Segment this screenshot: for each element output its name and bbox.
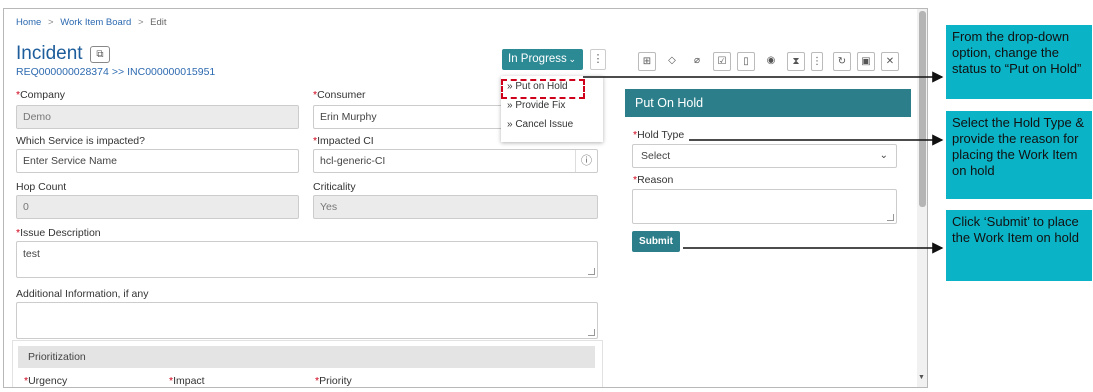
submit-button[interactable]: Submit xyxy=(632,231,680,252)
breadcrumb-separator: > xyxy=(47,17,54,28)
attachment-icon[interactable]: ⌀ xyxy=(688,52,706,71)
menu-item-cancel-issue[interactable]: » Cancel Issue xyxy=(507,119,573,130)
criticality-field: Yes xyxy=(313,195,598,219)
consumer-label: *Consumer xyxy=(313,89,366,101)
additional-info-textarea[interactable] xyxy=(16,302,598,339)
req-id-link[interactable]: REQ000000028374 xyxy=(16,66,109,78)
hold-panel-title: Put On Hold xyxy=(625,89,911,117)
refresh-icon[interactable]: ↻ xyxy=(833,52,851,71)
status-label: In Progress xyxy=(508,53,567,65)
chevron-down-icon: ⌄ xyxy=(568,54,576,64)
service-label: Which Service is impacted? xyxy=(16,135,145,147)
reason-label: *Reason xyxy=(633,174,674,186)
knowledge-icon[interactable]: ▯ xyxy=(737,52,755,71)
callout-hold-type: Select the Hold Type & provide the reaso… xyxy=(946,111,1092,199)
additional-info-label: Additional Information, if any xyxy=(16,288,149,300)
more-options-icon[interactable]: ⋮ xyxy=(811,52,823,71)
breadcrumb-separator: > xyxy=(137,17,144,28)
scrollbar[interactable]: ▼ xyxy=(917,9,927,387)
chevron-down-icon: ⌄ xyxy=(879,150,888,161)
urgency-label: *Urgency xyxy=(24,375,68,387)
history-icon[interactable]: ⊞ xyxy=(638,52,656,71)
page-title: Incident xyxy=(16,43,83,64)
priority-label: *Priority xyxy=(315,375,352,387)
save-icon[interactable]: ▣ xyxy=(857,52,875,71)
breadcrumb: Home > Work Item Board > Edit xyxy=(16,17,167,28)
company-label: *Company xyxy=(16,89,66,101)
impacted-ci-field[interactable]: hcl-generic-CI ⓘ xyxy=(313,149,598,173)
close-icon[interactable]: ✕ xyxy=(881,52,899,71)
issue-description-textarea[interactable]: test xyxy=(16,241,598,278)
more-options-icon[interactable]: ⋮ xyxy=(590,49,606,70)
tag-icon[interactable]: ◇ xyxy=(663,52,681,71)
service-input[interactable]: Enter Service Name xyxy=(16,149,299,173)
breadcrumb-home[interactable]: Home xyxy=(16,17,41,28)
impacted-ci-value: hcl-generic-CI xyxy=(320,155,386,167)
issue-description-label: *Issue Description xyxy=(16,227,101,239)
status-dropdown-button[interactable]: In Progress ⌄ xyxy=(502,49,583,70)
menu-item-provide-fix[interactable]: » Provide Fix xyxy=(507,100,565,111)
hop-count-field: 0 xyxy=(16,195,299,219)
breadcrumb-board[interactable]: Work Item Board xyxy=(60,17,131,28)
watch-icon[interactable]: ◉ xyxy=(762,52,780,71)
link-arrow: >> xyxy=(111,66,125,78)
callout-submit: Click ‘Submit’ to place the Work Item on… xyxy=(946,210,1092,281)
info-icon[interactable]: ⓘ xyxy=(575,150,597,172)
highlight-box xyxy=(501,79,585,99)
hop-count-label: Hop Count xyxy=(16,181,67,193)
hold-type-select[interactable]: Select ⌄ xyxy=(632,144,897,168)
criticality-label: Criticality xyxy=(313,181,356,193)
hold-type-value: Select xyxy=(641,150,671,162)
hold-type-label: *Hold Type xyxy=(633,129,685,141)
company-field: Demo xyxy=(16,105,299,129)
hourglass-icon[interactable]: ⧗ xyxy=(787,52,805,71)
prioritization-header[interactable]: Prioritization xyxy=(18,346,595,368)
checklist-icon[interactable]: ☑ xyxy=(713,52,731,71)
callout-change-status: From the drop-down option, change the st… xyxy=(946,25,1092,99)
inc-id: INC000000015951 xyxy=(127,66,216,78)
copy-icon[interactable]: ⧉ xyxy=(90,46,110,63)
scroll-down-icon[interactable]: ▼ xyxy=(918,374,925,381)
reason-textarea[interactable] xyxy=(632,189,897,224)
app-window: Home > Work Item Board > Edit Incident ⧉… xyxy=(3,8,928,388)
impact-label: *Impact xyxy=(169,375,205,387)
record-ids: REQ000000028374 >> INC000000015951 xyxy=(16,66,215,78)
breadcrumb-current: Edit xyxy=(150,17,167,28)
impacted-ci-label: *Impacted CI xyxy=(313,135,374,147)
scrollbar-thumb[interactable] xyxy=(919,11,926,207)
